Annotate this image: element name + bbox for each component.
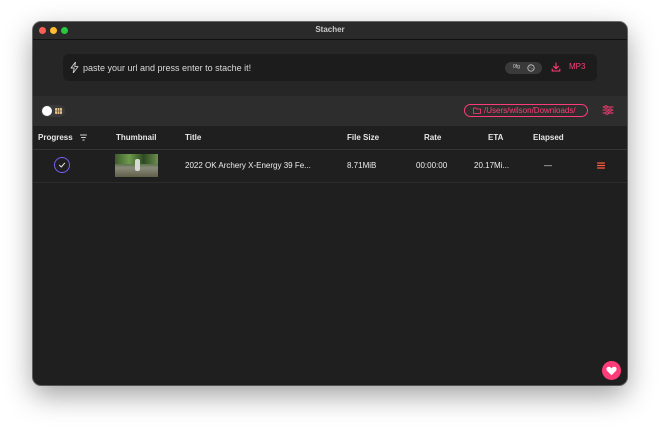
toggle-knob bbox=[42, 106, 52, 116]
download-path-button[interactable]: /Users/wilson/Downloads/ bbox=[464, 104, 588, 117]
row-rate: 00:00:00 bbox=[416, 161, 448, 170]
app-window: Stacher 0fg MP3 bbox=[33, 22, 627, 385]
theme-toggle[interactable] bbox=[41, 105, 65, 117]
row-eta: 20.17Mi... bbox=[474, 161, 510, 170]
folder-icon bbox=[473, 107, 481, 114]
format-button[interactable]: MP3 bbox=[569, 62, 585, 71]
column-title[interactable]: Title bbox=[185, 133, 201, 142]
video-thumbnail[interactable] bbox=[115, 154, 158, 177]
heart-icon bbox=[606, 366, 617, 376]
check-icon bbox=[59, 162, 66, 168]
progress-indicator bbox=[54, 157, 70, 173]
url-section: 0fg MP3 bbox=[33, 40, 627, 96]
column-eta[interactable]: ETA bbox=[488, 133, 503, 142]
row-elapsed: — bbox=[544, 161, 552, 170]
menu-icon[interactable] bbox=[597, 162, 605, 169]
cookie-label: 0fg bbox=[513, 64, 520, 70]
column-rate[interactable]: Rate bbox=[424, 133, 441, 142]
title-bar: Stacher bbox=[33, 22, 627, 40]
column-file-size[interactable]: File Size bbox=[347, 133, 379, 142]
settings-icon[interactable] bbox=[602, 104, 614, 116]
download-icon[interactable] bbox=[551, 62, 561, 72]
grid-icon bbox=[55, 108, 62, 114]
column-progress[interactable]: Progress bbox=[38, 133, 73, 142]
table-header: Progress Thumbnail Title File Size Rate … bbox=[33, 127, 627, 150]
row-title: 2022 OK Archery X-Energy 39 Fe... bbox=[185, 161, 311, 170]
window-title: Stacher bbox=[315, 25, 345, 34]
row-file-size: 8.71MiB bbox=[347, 161, 377, 170]
column-elapsed[interactable]: Elapsed bbox=[533, 133, 564, 142]
thumbnail-figure bbox=[135, 159, 140, 171]
toolbar: /Users/wilson/Downloads/ bbox=[33, 96, 627, 126]
cookie-icon bbox=[527, 64, 535, 72]
bolt-icon bbox=[70, 62, 79, 73]
column-thumbnail[interactable]: Thumbnail bbox=[116, 133, 156, 142]
favorite-button[interactable] bbox=[602, 361, 621, 380]
url-bar: 0fg MP3 bbox=[63, 54, 597, 81]
filter-icon[interactable] bbox=[80, 134, 87, 141]
url-input[interactable] bbox=[83, 60, 463, 75]
download-path: /Users/wilson/Downloads/ bbox=[484, 106, 576, 115]
cookie-toggle[interactable]: 0fg bbox=[505, 62, 542, 74]
table-row[interactable]: 2022 OK Archery X-Energy 39 Fe... 8.71Mi… bbox=[33, 150, 627, 183]
